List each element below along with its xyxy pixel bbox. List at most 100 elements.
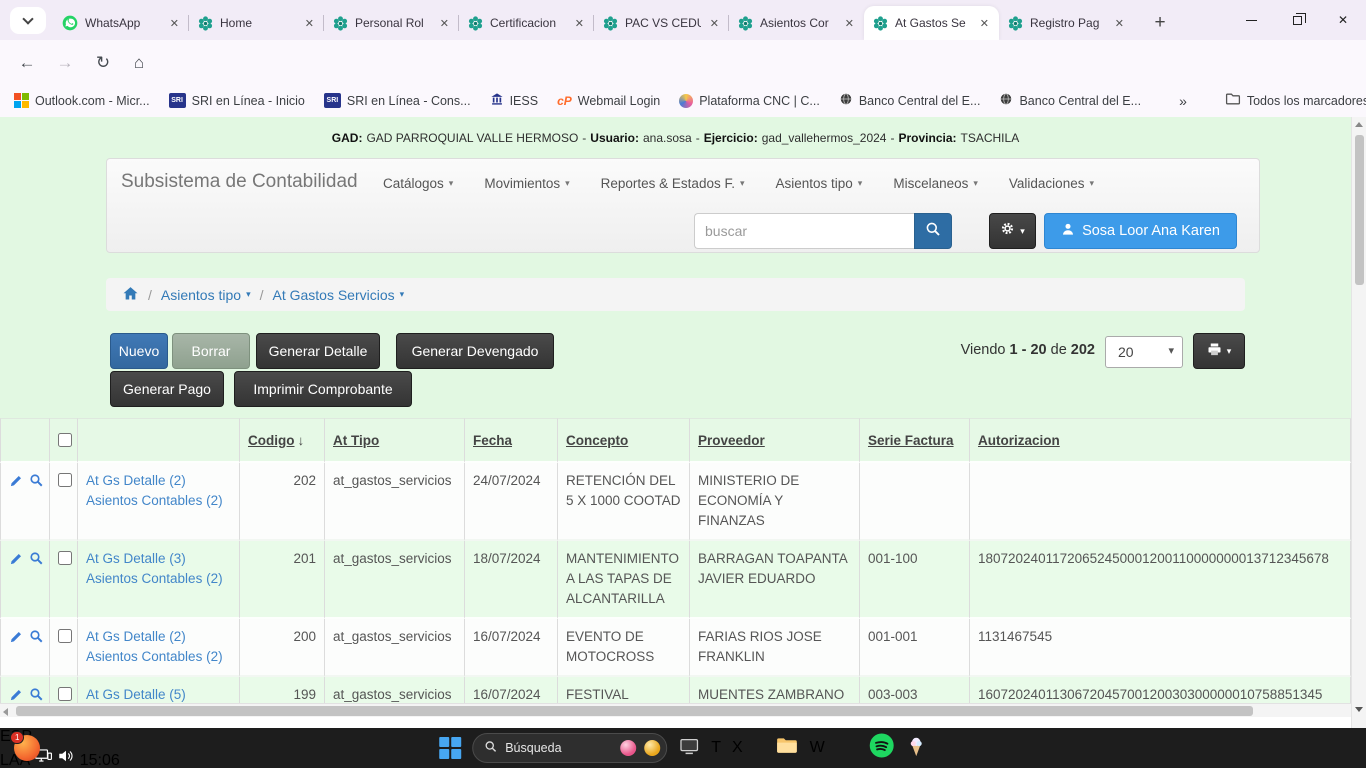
header-codigo[interactable]: Codigo↓ — [240, 418, 325, 463]
row-link-asientos-contables[interactable]: Asientos Contables (2) — [86, 491, 231, 511]
home-icon[interactable] — [122, 285, 139, 305]
tab-certificacion[interactable]: Certificacion ✕ — [459, 6, 594, 40]
menu-catalogos[interactable]: Catálogos▾ — [383, 176, 453, 191]
virtual-desktops-icon[interactable] — [678, 735, 700, 762]
bookmark-banco-central-1[interactable]: Banco Central del E... — [839, 92, 981, 109]
nuevo-button[interactable]: Nuevo — [110, 333, 168, 369]
row-checkbox[interactable] — [58, 551, 72, 565]
settings-button[interactable]: ▾ — [989, 213, 1036, 249]
tab-close-icon[interactable]: ✕ — [573, 17, 586, 30]
bookmark-sri-consultas[interactable]: SRISRI en Línea - Cons... — [324, 93, 471, 108]
start-button[interactable] — [439, 737, 461, 759]
excel-icon[interactable]: X — [732, 739, 743, 757]
window-restore-button[interactable] — [1274, 0, 1320, 40]
icecream-app-icon[interactable] — [905, 735, 927, 762]
menu-validaciones[interactable]: Validaciones▾ — [1009, 176, 1094, 191]
tab-close-icon[interactable]: ✕ — [168, 17, 181, 30]
tab-close-icon[interactable]: ✕ — [978, 17, 991, 30]
new-tab-button[interactable]: + — [1146, 9, 1174, 37]
tab-home[interactable]: Home ✕ — [189, 6, 324, 40]
print-button[interactable]: ▾ — [1193, 333, 1245, 369]
row-link-at-gs-detalle[interactable]: At Gs Detalle (2) — [86, 471, 231, 491]
tab-at-gastos-servicios-active[interactable]: At Gastos Se ✕ — [864, 6, 999, 40]
breadcrumb-at-gastos-servicios[interactable]: At Gastos Servicios▾ — [272, 287, 404, 303]
edit-pencil-icon[interactable] — [9, 473, 24, 494]
notification-app-icon[interactable]: 1 — [14, 735, 40, 761]
file-explorer-icon[interactable] — [776, 734, 799, 762]
tab-personal-rol[interactable]: Personal Rol ✕ — [324, 6, 459, 40]
teams-icon[interactable]: T — [711, 739, 721, 757]
zoom-record-icon[interactable] — [29, 473, 44, 494]
row-checkbox[interactable] — [58, 629, 72, 643]
row-link-at-gs-detalle[interactable]: At Gs Detalle (2) — [86, 627, 231, 647]
volume-icon[interactable] — [57, 752, 75, 768]
zoom-record-icon[interactable] — [29, 551, 44, 572]
menu-movimientos[interactable]: Movimientos▾ — [484, 176, 569, 191]
page-size-select[interactable]: 20 — [1105, 336, 1183, 368]
generar-devengado-button[interactable]: Generar Devengado — [396, 333, 554, 369]
edit-pencil-icon[interactable] — [9, 551, 24, 572]
tab-close-icon[interactable]: ✕ — [303, 17, 316, 30]
tab-close-icon[interactable]: ✕ — [843, 17, 856, 30]
header-serie-factura[interactable]: Serie Factura — [860, 418, 970, 463]
tab-asientos-contables[interactable]: Asientos Cor ✕ — [729, 6, 864, 40]
header-proveedor[interactable]: Proveedor — [690, 418, 860, 463]
word-icon[interactable]: W — [810, 739, 825, 757]
row-link-at-gs-detalle[interactable]: At Gs Detalle (3) — [86, 549, 231, 569]
select-all-checkbox[interactable] — [58, 433, 72, 447]
back-button[interactable]: ← — [14, 50, 40, 76]
menu-reportes[interactable]: Reportes & Estados F.▾ — [601, 176, 745, 191]
all-bookmarks-button[interactable]: Todos los marcadores — [1225, 91, 1366, 110]
bookmark-webmail[interactable]: cPWebmail Login — [557, 94, 660, 108]
horizontal-scrollbar[interactable] — [0, 703, 1351, 717]
bookmark-plataforma-cnc[interactable]: Plataforma CNC | C... — [679, 94, 820, 108]
scroll-left-icon[interactable] — [3, 708, 8, 716]
borrar-button[interactable]: Borrar — [172, 333, 250, 369]
row-link-asientos-contables[interactable]: Asientos Contables (2) — [86, 569, 231, 589]
imprimir-comprobante-button[interactable]: Imprimir Comprobante — [234, 371, 412, 407]
bookmark-outlook[interactable]: Outlook.com - Micr... — [14, 93, 150, 108]
scroll-down-icon[interactable] — [1355, 707, 1363, 712]
breadcrumb-asientos-tipo[interactable]: Asientos tipo▾ — [161, 287, 251, 303]
header-at-tipo[interactable]: At Tipo — [325, 418, 465, 463]
window-minimize-button[interactable] — [1228, 0, 1274, 40]
tab-close-icon[interactable]: ✕ — [708, 17, 721, 30]
row-link-asientos-contables[interactable]: Asientos Contables (2) — [86, 647, 231, 667]
header-concepto[interactable]: Concepto — [558, 418, 690, 463]
menu-miscelaneos[interactable]: Miscelaneos▾ — [893, 176, 978, 191]
row-checkbox[interactable] — [58, 687, 72, 701]
horizontal-scroll-thumb[interactable] — [16, 706, 1253, 716]
tab-registro-pagos[interactable]: Registro Pag ✕ — [999, 6, 1134, 40]
vertical-scroll-thumb[interactable] — [1355, 135, 1364, 285]
menu-asientos-tipo[interactable]: Asientos tipo▾ — [776, 176, 863, 191]
reload-button[interactable]: ↻ — [90, 50, 116, 76]
generar-pago-button[interactable]: Generar Pago — [110, 371, 224, 407]
spotify-icon[interactable] — [869, 733, 894, 763]
bookmark-banco-central-2[interactable]: Banco Central del E... — [999, 92, 1141, 109]
tab-search-button[interactable] — [10, 7, 46, 34]
row-checkbox[interactable] — [58, 473, 72, 487]
user-menu-button[interactable]: Sosa Loor Ana Karen — [1044, 213, 1237, 249]
browser-home-button[interactable]: ⌂ — [126, 50, 152, 76]
search-input[interactable] — [694, 213, 914, 249]
tab-close-icon[interactable]: ✕ — [1113, 17, 1126, 30]
search-button[interactable] — [914, 213, 952, 249]
taskbar-search[interactable]: Búsqueda — [472, 733, 667, 763]
header-fecha[interactable]: Fecha — [465, 418, 558, 463]
forward-button[interactable]: → — [52, 50, 78, 76]
window-close-button[interactable]: ✕ — [1320, 0, 1366, 40]
tab-close-icon[interactable]: ✕ — [438, 17, 451, 30]
header-autorizacion[interactable]: Autorizacion — [970, 418, 1351, 463]
edit-pencil-icon[interactable] — [9, 629, 24, 650]
bookmark-sri-inicio[interactable]: SRISRI en Línea - Inicio — [169, 93, 305, 108]
tab-pac-vs-cedu[interactable]: PAC VS CEDU ✕ — [594, 6, 729, 40]
bookmark-iess[interactable]: IESS — [490, 92, 539, 109]
tab-whatsapp[interactable]: WhatsApp ✕ — [54, 6, 189, 40]
row-link-at-gs-detalle[interactable]: At Gs Detalle (5) — [86, 685, 231, 703]
scroll-up-icon[interactable] — [1355, 122, 1363, 127]
vertical-scrollbar[interactable] — [1351, 117, 1366, 728]
zoom-record-icon[interactable] — [29, 687, 44, 703]
generar-detalle-button[interactable]: Generar Detalle — [256, 333, 380, 369]
zoom-record-icon[interactable] — [29, 629, 44, 650]
edit-pencil-icon[interactable] — [9, 687, 24, 703]
